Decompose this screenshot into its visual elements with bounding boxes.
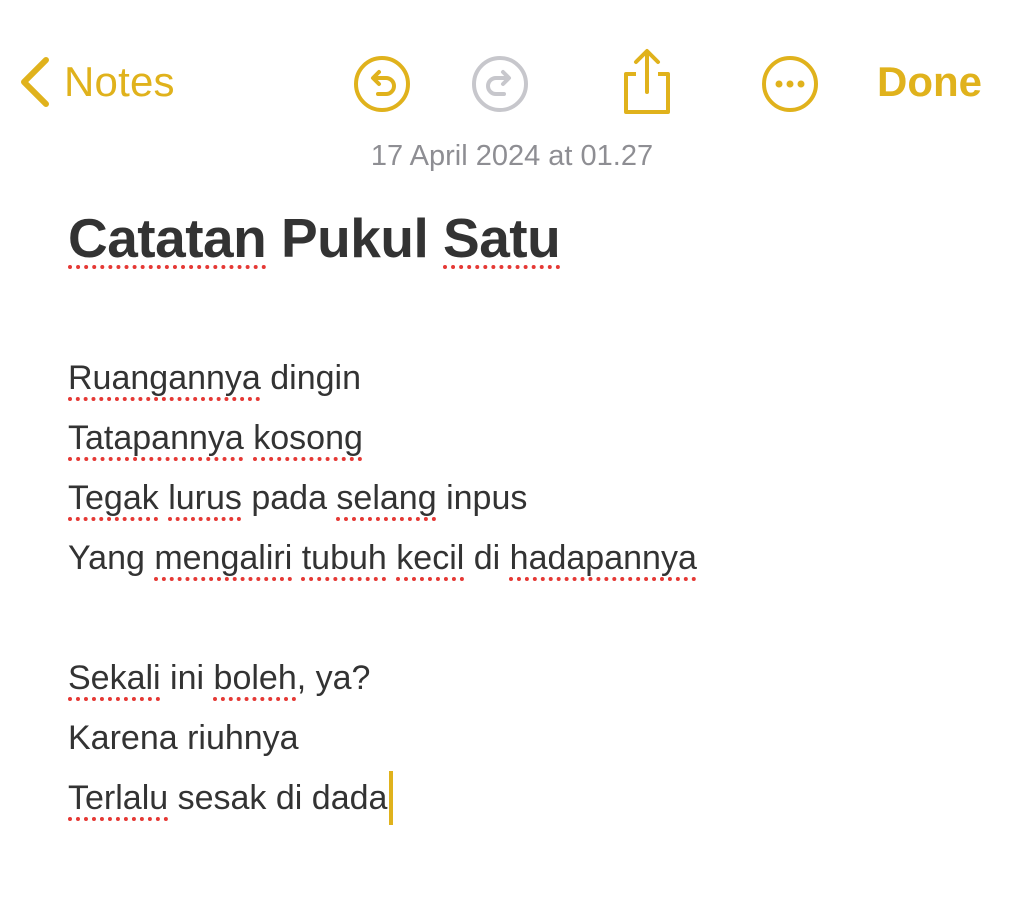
redo-icon[interactable] (470, 54, 530, 114)
more-icon[interactable] (760, 54, 820, 114)
chevron-left-icon (18, 52, 58, 112)
note-title[interactable]: Catatan Pukul Satu (68, 198, 968, 278)
line-text: inpus (436, 479, 528, 517)
line-text (244, 419, 253, 457)
misspelled-word: mengaliri (154, 539, 293, 577)
line-text: sesak di dada (168, 779, 388, 817)
misspelled-word: Catatan (68, 207, 267, 269)
title-text: Pukul (266, 207, 444, 269)
line-text: pada (241, 479, 337, 517)
undo-icon[interactable] (352, 54, 412, 114)
note-line: Tegak lurus pada selang inpus (68, 468, 968, 528)
line-text: ini (160, 659, 214, 697)
done-button[interactable]: Done (877, 58, 982, 106)
back-button-label: Notes (64, 58, 175, 105)
share-icon[interactable] (616, 46, 678, 116)
misspelled-word: Sekali (68, 659, 161, 697)
misspelled-word: tubuh (301, 539, 387, 577)
misspelled-word: Ruangannya (68, 359, 261, 397)
misspelled-word: Tegak (68, 479, 159, 517)
note-line: Yang mengaliri tubuh kecil di hadapannya (68, 528, 968, 588)
line-text (292, 539, 301, 577)
back-to-notes-button[interactable]: Notes (18, 52, 175, 112)
misspelled-word: selang (336, 479, 437, 517)
line-text: di (464, 539, 510, 577)
misspelled-word: lurus (168, 479, 242, 517)
line-text: dingin (260, 359, 362, 397)
misspelled-word: kecil (396, 539, 465, 577)
line-text (387, 539, 396, 577)
misspelled-word: Terlalu (68, 779, 169, 817)
note-line: Tatapannya kosong (68, 408, 968, 468)
line-text: Yang (68, 539, 155, 577)
note-line: Sekali ini boleh, ya? (68, 648, 968, 708)
line-text: Karena riuhnya (68, 719, 299, 757)
note-timestamp: 17 April 2024 at 01.27 (370, 140, 654, 172)
navigation-toolbar: Notes Done (0, 0, 1024, 150)
misspelled-word: boleh (213, 659, 297, 697)
note-body[interactable]: Ruangannya dingin Tatapannya kosong Tega… (68, 348, 968, 828)
line-text: , ya? (296, 659, 371, 697)
empty-line (68, 588, 968, 648)
note-editor[interactable]: Catatan Pukul Satu Ruangannya dingin Tat… (68, 198, 968, 828)
note-line: Terlalu sesak di dada (68, 768, 968, 828)
text-cursor (389, 771, 394, 826)
misspelled-word: hadapannya (509, 539, 697, 577)
note-line: Karena riuhnya (68, 708, 968, 768)
line-text (159, 479, 168, 517)
note-line: Ruangannya dingin (68, 348, 968, 408)
misspelled-word: kosong (253, 419, 363, 457)
misspelled-word: Tatapannya (68, 419, 244, 457)
misspelled-word: Satu (443, 207, 561, 269)
